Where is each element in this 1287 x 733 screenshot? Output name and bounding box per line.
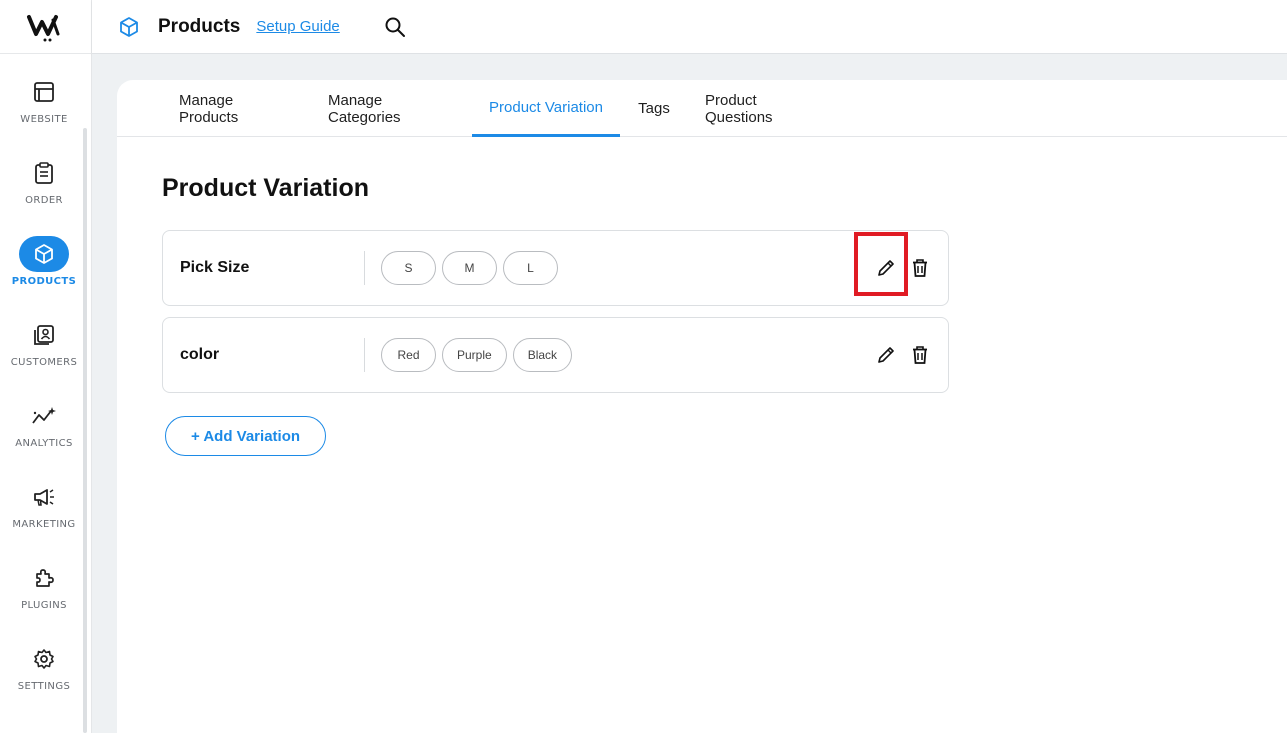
sidebar-item-label: SETTINGS xyxy=(17,681,71,692)
cube-icon xyxy=(19,236,69,272)
variation-options: S M L xyxy=(381,251,558,285)
page-header-title: Products xyxy=(158,15,241,37)
divider xyxy=(364,338,365,372)
sidebar-item-plugins[interactable]: PLUGINS xyxy=(0,560,88,624)
gear-icon xyxy=(19,641,69,677)
sidebar-item-products[interactable]: PRODUCTS xyxy=(0,236,88,300)
sidebar-item-label: ANALYTICS xyxy=(15,438,73,449)
sidebar-item-label: PLUGINS xyxy=(21,600,67,611)
option-chip[interactable]: L xyxy=(503,251,558,285)
contact-book-icon xyxy=(19,317,69,353)
variation-card: color Red Purple Black xyxy=(162,317,949,393)
variation-card: Pick Size S M L xyxy=(162,230,949,306)
sidebar-item-order[interactable]: ORDER xyxy=(0,155,88,219)
search-icon[interactable] xyxy=(384,16,406,38)
sidebar-item-label: WEBSITE xyxy=(20,114,68,125)
pencil-icon xyxy=(878,260,894,276)
sidebar-scrollbar[interactable] xyxy=(83,128,87,733)
variation-name: color xyxy=(180,346,220,363)
variation-options: Red Purple Black xyxy=(381,338,573,372)
tab-product-variation[interactable]: Product Variation xyxy=(472,80,620,137)
brand-logo[interactable] xyxy=(0,0,92,54)
edit-button[interactable] xyxy=(875,344,897,366)
option-chip[interactable]: S xyxy=(381,251,436,285)
divider xyxy=(364,251,365,285)
megaphone-icon xyxy=(19,479,69,515)
page-title: Product Variation xyxy=(162,174,369,202)
cube-icon xyxy=(120,16,138,37)
sidebar-item-customers[interactable]: CUSTOMERS xyxy=(0,317,88,381)
clipboard-icon xyxy=(19,155,69,191)
browser-window-icon xyxy=(19,74,69,110)
delete-button[interactable] xyxy=(909,344,931,366)
sparkline-icon xyxy=(19,398,69,434)
option-chip[interactable]: Red xyxy=(381,338,436,372)
puzzle-icon xyxy=(19,560,69,596)
sidebar-item-label: CUSTOMERS xyxy=(10,357,78,368)
content-panel: Manage Products Manage Categories Produc… xyxy=(117,80,1287,733)
sidebar-item-label: ORDER xyxy=(25,195,63,206)
tab-manage-categories[interactable]: Manage Categories xyxy=(328,80,453,137)
logo-icon xyxy=(27,14,60,41)
sidebar-item-label: PRODUCTS xyxy=(11,276,77,287)
trash-icon xyxy=(913,346,927,364)
option-chip[interactable]: M xyxy=(442,251,497,285)
option-chip[interactable]: Purple xyxy=(442,338,507,372)
sidebar-item-label: MARKETING xyxy=(12,519,76,530)
edit-button[interactable] xyxy=(875,257,897,279)
sidebar-item-marketing[interactable]: MARKETING xyxy=(0,479,88,543)
tab-manage-products[interactable]: Manage Products xyxy=(179,80,292,137)
tab-product-questions[interactable]: Product Questions xyxy=(705,80,827,137)
pencil-icon xyxy=(878,347,894,363)
variation-name: Pick Size xyxy=(180,259,250,276)
top-header: Products Setup Guide xyxy=(92,0,1287,54)
tab-bar: Manage Products Manage Categories Produc… xyxy=(117,80,1287,137)
option-chip[interactable]: Black xyxy=(512,338,573,372)
setup-guide-link[interactable]: Setup Guide xyxy=(256,18,339,35)
sidebar-item-analytics[interactable]: ANALYTICS xyxy=(0,398,88,462)
add-variation-button[interactable]: + Add Variation xyxy=(165,416,326,456)
trash-icon xyxy=(913,259,927,277)
delete-button[interactable] xyxy=(909,257,931,279)
sidebar: WEBSITE ORDER PRODUCTS CUSTOMERS ANALYTI… xyxy=(0,0,92,733)
sidebar-item-settings[interactable]: SETTINGS xyxy=(0,641,88,705)
sidebar-item-website[interactable]: WEBSITE xyxy=(0,74,88,138)
tab-tags[interactable]: Tags xyxy=(638,80,670,137)
